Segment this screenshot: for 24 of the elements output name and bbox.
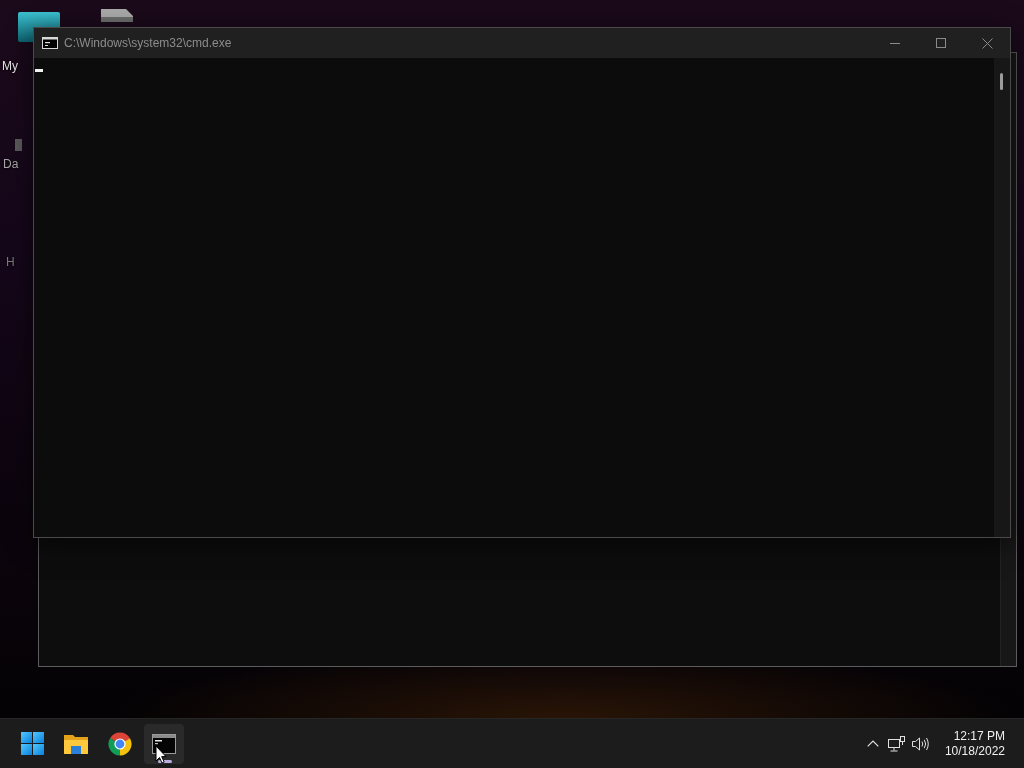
chevron-up-icon: [866, 740, 879, 747]
scrollbar-thumb[interactable]: [1000, 73, 1003, 90]
window-title: C:\Windows\system32\cmd.exe: [64, 36, 232, 50]
console-icon: [42, 37, 58, 49]
maximize-icon: [936, 38, 946, 48]
close-icon: [981, 37, 993, 49]
browser-icon: [108, 731, 132, 756]
clock-button[interactable]: 12:17 PM 10/18/2022: [936, 723, 1013, 764]
network-icon: [888, 735, 906, 752]
mouse-pointer-icon: [155, 745, 167, 764]
minimize-icon: [890, 42, 900, 44]
desktop-icon-label[interactable]: My: [2, 59, 18, 73]
desktop-icon-label[interactable]: H: [6, 255, 15, 269]
terminal-icon: [152, 733, 176, 754]
start-icon: [20, 732, 44, 755]
desktop-icon: [15, 139, 22, 151]
scrollbar[interactable]: [994, 58, 1010, 537]
text-cursor: [35, 69, 43, 72]
clock-date: 10/18/2022: [944, 743, 1005, 759]
drive-icon: [100, 7, 134, 23]
desktop-icon-label[interactable]: Da: [3, 157, 19, 171]
clock-time: 12:17 PM: [953, 728, 1005, 744]
folder-icon: [63, 732, 89, 755]
speaker-icon: [912, 736, 930, 751]
